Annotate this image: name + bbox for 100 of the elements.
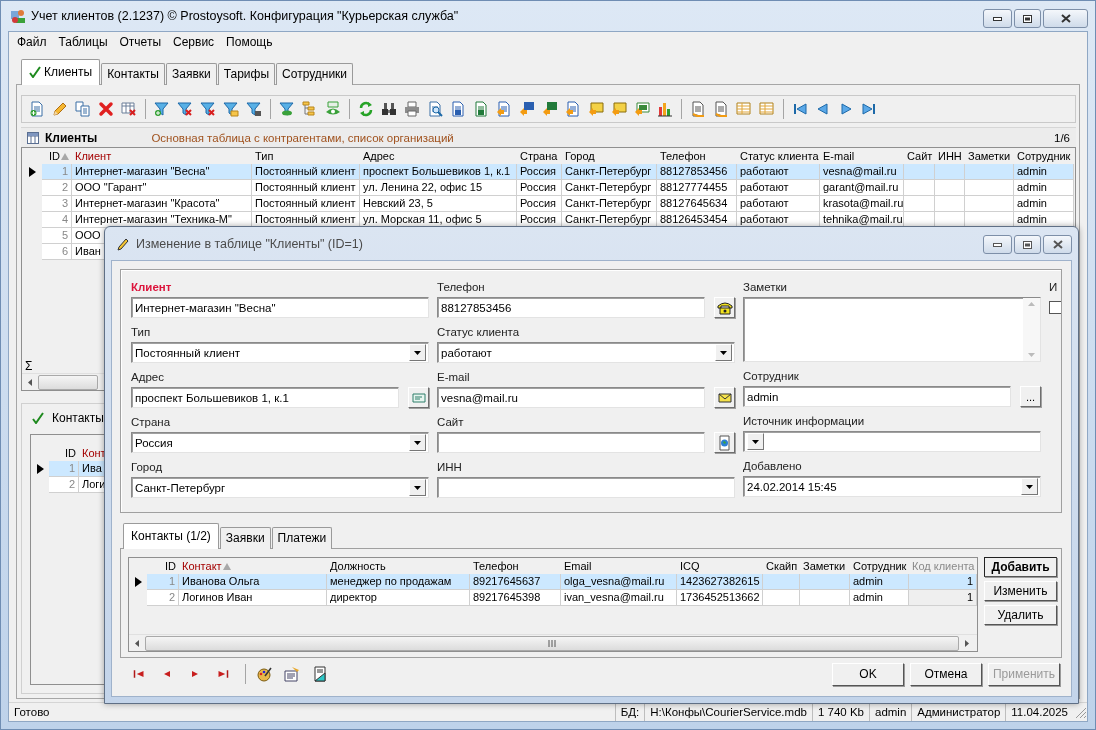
dropdown-field[interactable]: Постоянный клиент (131, 342, 429, 363)
action-button[interactable]: Удалить (984, 605, 1057, 625)
menu-item[interactable]: Таблицы (52, 35, 114, 49)
table-cell: Постоянный клиент (252, 196, 360, 212)
checkbox[interactable] (1049, 301, 1061, 314)
tab[interactable]: Контакты (1/2) (123, 523, 219, 549)
column-header[interactable]: Сотрудник (850, 558, 909, 574)
filter-button[interactable] (175, 99, 195, 119)
menu-item[interactable]: Помощь (220, 35, 279, 49)
column-header[interactable]: Клиент (72, 148, 252, 164)
document-icon (713, 101, 729, 117)
column-header[interactable]: ICQ (677, 558, 763, 574)
dropdown-field[interactable]: Санкт-Петербург (131, 477, 429, 498)
text-field[interactable]: проспект Большевиков 1, к.1 (131, 387, 399, 408)
table-cell: работают (737, 164, 820, 180)
action-button[interactable]: Изменить (984, 581, 1057, 601)
copy-button[interactable] (73, 99, 93, 119)
minimize-icon (993, 16, 1002, 21)
report-button[interactable] (311, 665, 329, 683)
maximize-button[interactable] (1014, 235, 1041, 254)
text-field[interactable]: vesna@mail.ru (437, 387, 705, 408)
palette-button[interactable] (255, 665, 273, 683)
address-button[interactable] (408, 387, 429, 408)
column-header[interactable]: Заметки (800, 558, 850, 574)
column-header[interactable]: Сотрудник (1014, 148, 1074, 164)
scroll-up-icon (1028, 302, 1035, 306)
column-header[interactable]: Тип (252, 148, 360, 164)
delete-button[interactable] (96, 99, 116, 119)
column-header[interactable]: Город (562, 148, 657, 164)
column-header[interactable]: ИНН (935, 148, 965, 164)
table-cell: Постоянный клиент (252, 164, 360, 180)
text-field[interactable] (437, 477, 735, 498)
column-header[interactable]: Контакт (179, 558, 327, 574)
website-button[interactable] (714, 432, 735, 453)
row-pointer-icon (36, 464, 44, 474)
text-field[interactable]: admin (743, 386, 1011, 407)
close-button[interactable] (1043, 235, 1072, 254)
dialog-button[interactable]: Отмена (910, 662, 982, 686)
text-field[interactable]: Интернет-магазин "Весна" (131, 297, 429, 318)
tab[interactable]: Клиенты (21, 59, 101, 85)
filter-button[interactable] (221, 99, 241, 119)
column-header[interactable]: Адрес (360, 148, 517, 164)
tab[interactable]: Заявки (165, 63, 217, 85)
filter-button[interactable] (244, 99, 264, 119)
checkmark-icon (32, 412, 44, 424)
column-header[interactable]: Страна (517, 148, 562, 164)
scrollbar-thumb[interactable] (38, 374, 98, 390)
column-header[interactable]: ID (147, 558, 179, 574)
tab[interactable]: Тарифы (217, 63, 276, 85)
column-header[interactable]: Должность (327, 558, 470, 574)
printer-button[interactable] (402, 99, 422, 119)
column-header[interactable]: Заметки (965, 148, 1014, 164)
filter-button[interactable] (198, 99, 218, 119)
table-cell: 1 (909, 590, 977, 606)
column-header[interactable]: Телефон (657, 148, 737, 164)
column-header[interactable]: Email (561, 558, 677, 574)
column-header[interactable]: Телефон (470, 558, 561, 574)
filter-eye-icon (279, 101, 295, 117)
filter-button[interactable] (152, 99, 172, 119)
export-icon (565, 101, 581, 117)
field-label: Статус клиента (437, 326, 521, 340)
column-header[interactable]: ID (42, 148, 72, 164)
column-header[interactable]: ID (49, 445, 79, 461)
maximize-button[interactable] (1014, 9, 1041, 28)
column-header[interactable]: E-mail (820, 148, 904, 164)
email-button[interactable] (714, 387, 735, 408)
table-cell: ivan_vesna@mail.ru (561, 590, 677, 606)
dropdown-field[interactable] (743, 431, 1041, 452)
minimize-button[interactable] (983, 235, 1012, 254)
column-header[interactable]: Скайп (763, 558, 800, 574)
properties-button[interactable] (283, 665, 301, 683)
column-header[interactable]: Статус клиента (737, 148, 820, 164)
filter-eye-button[interactable] (277, 99, 297, 119)
menu-item[interactable]: Сервис (167, 35, 221, 49)
dropdown-field[interactable]: работают (437, 342, 735, 363)
phone-button[interactable] (714, 297, 735, 318)
text-field[interactable] (437, 432, 705, 453)
menu-item[interactable]: Отчеты (113, 35, 167, 49)
text-field[interactable]: 88127853456 (437, 297, 705, 318)
window-title: Учет клиентов (2.1237) © Prostoysoft. Конфигурация "Курьерская служба" (31, 9, 459, 23)
menu-item[interactable]: Файл (11, 35, 53, 49)
dialog-button[interactable]: OK (832, 662, 904, 686)
field-label: Добавлено (743, 460, 803, 474)
notes-field[interactable] (743, 297, 1041, 362)
dropdown-field[interactable]: 24.02.2014 15:45 (743, 476, 1041, 497)
column-header[interactable]: Сайт (904, 148, 935, 164)
dropdown-arrow-icon (414, 485, 421, 490)
browse-button[interactable]: ... (1020, 386, 1041, 407)
minimize-button[interactable] (983, 9, 1012, 28)
table-cell: 2 (42, 180, 72, 196)
table-cell: 89217645637 (470, 574, 561, 590)
tab[interactable]: Сотрудники (276, 63, 354, 85)
tab[interactable]: Контакты (101, 63, 165, 85)
close-button[interactable] (1043, 9, 1088, 28)
action-button[interactable]: Добавить (984, 557, 1057, 577)
table-cell (800, 574, 850, 590)
tab[interactable]: Заявки (219, 527, 271, 549)
table-cell: Логинов Иван (179, 590, 327, 606)
dropdown-field[interactable]: Россия (131, 432, 429, 453)
tab[interactable]: Платежи (271, 527, 333, 549)
